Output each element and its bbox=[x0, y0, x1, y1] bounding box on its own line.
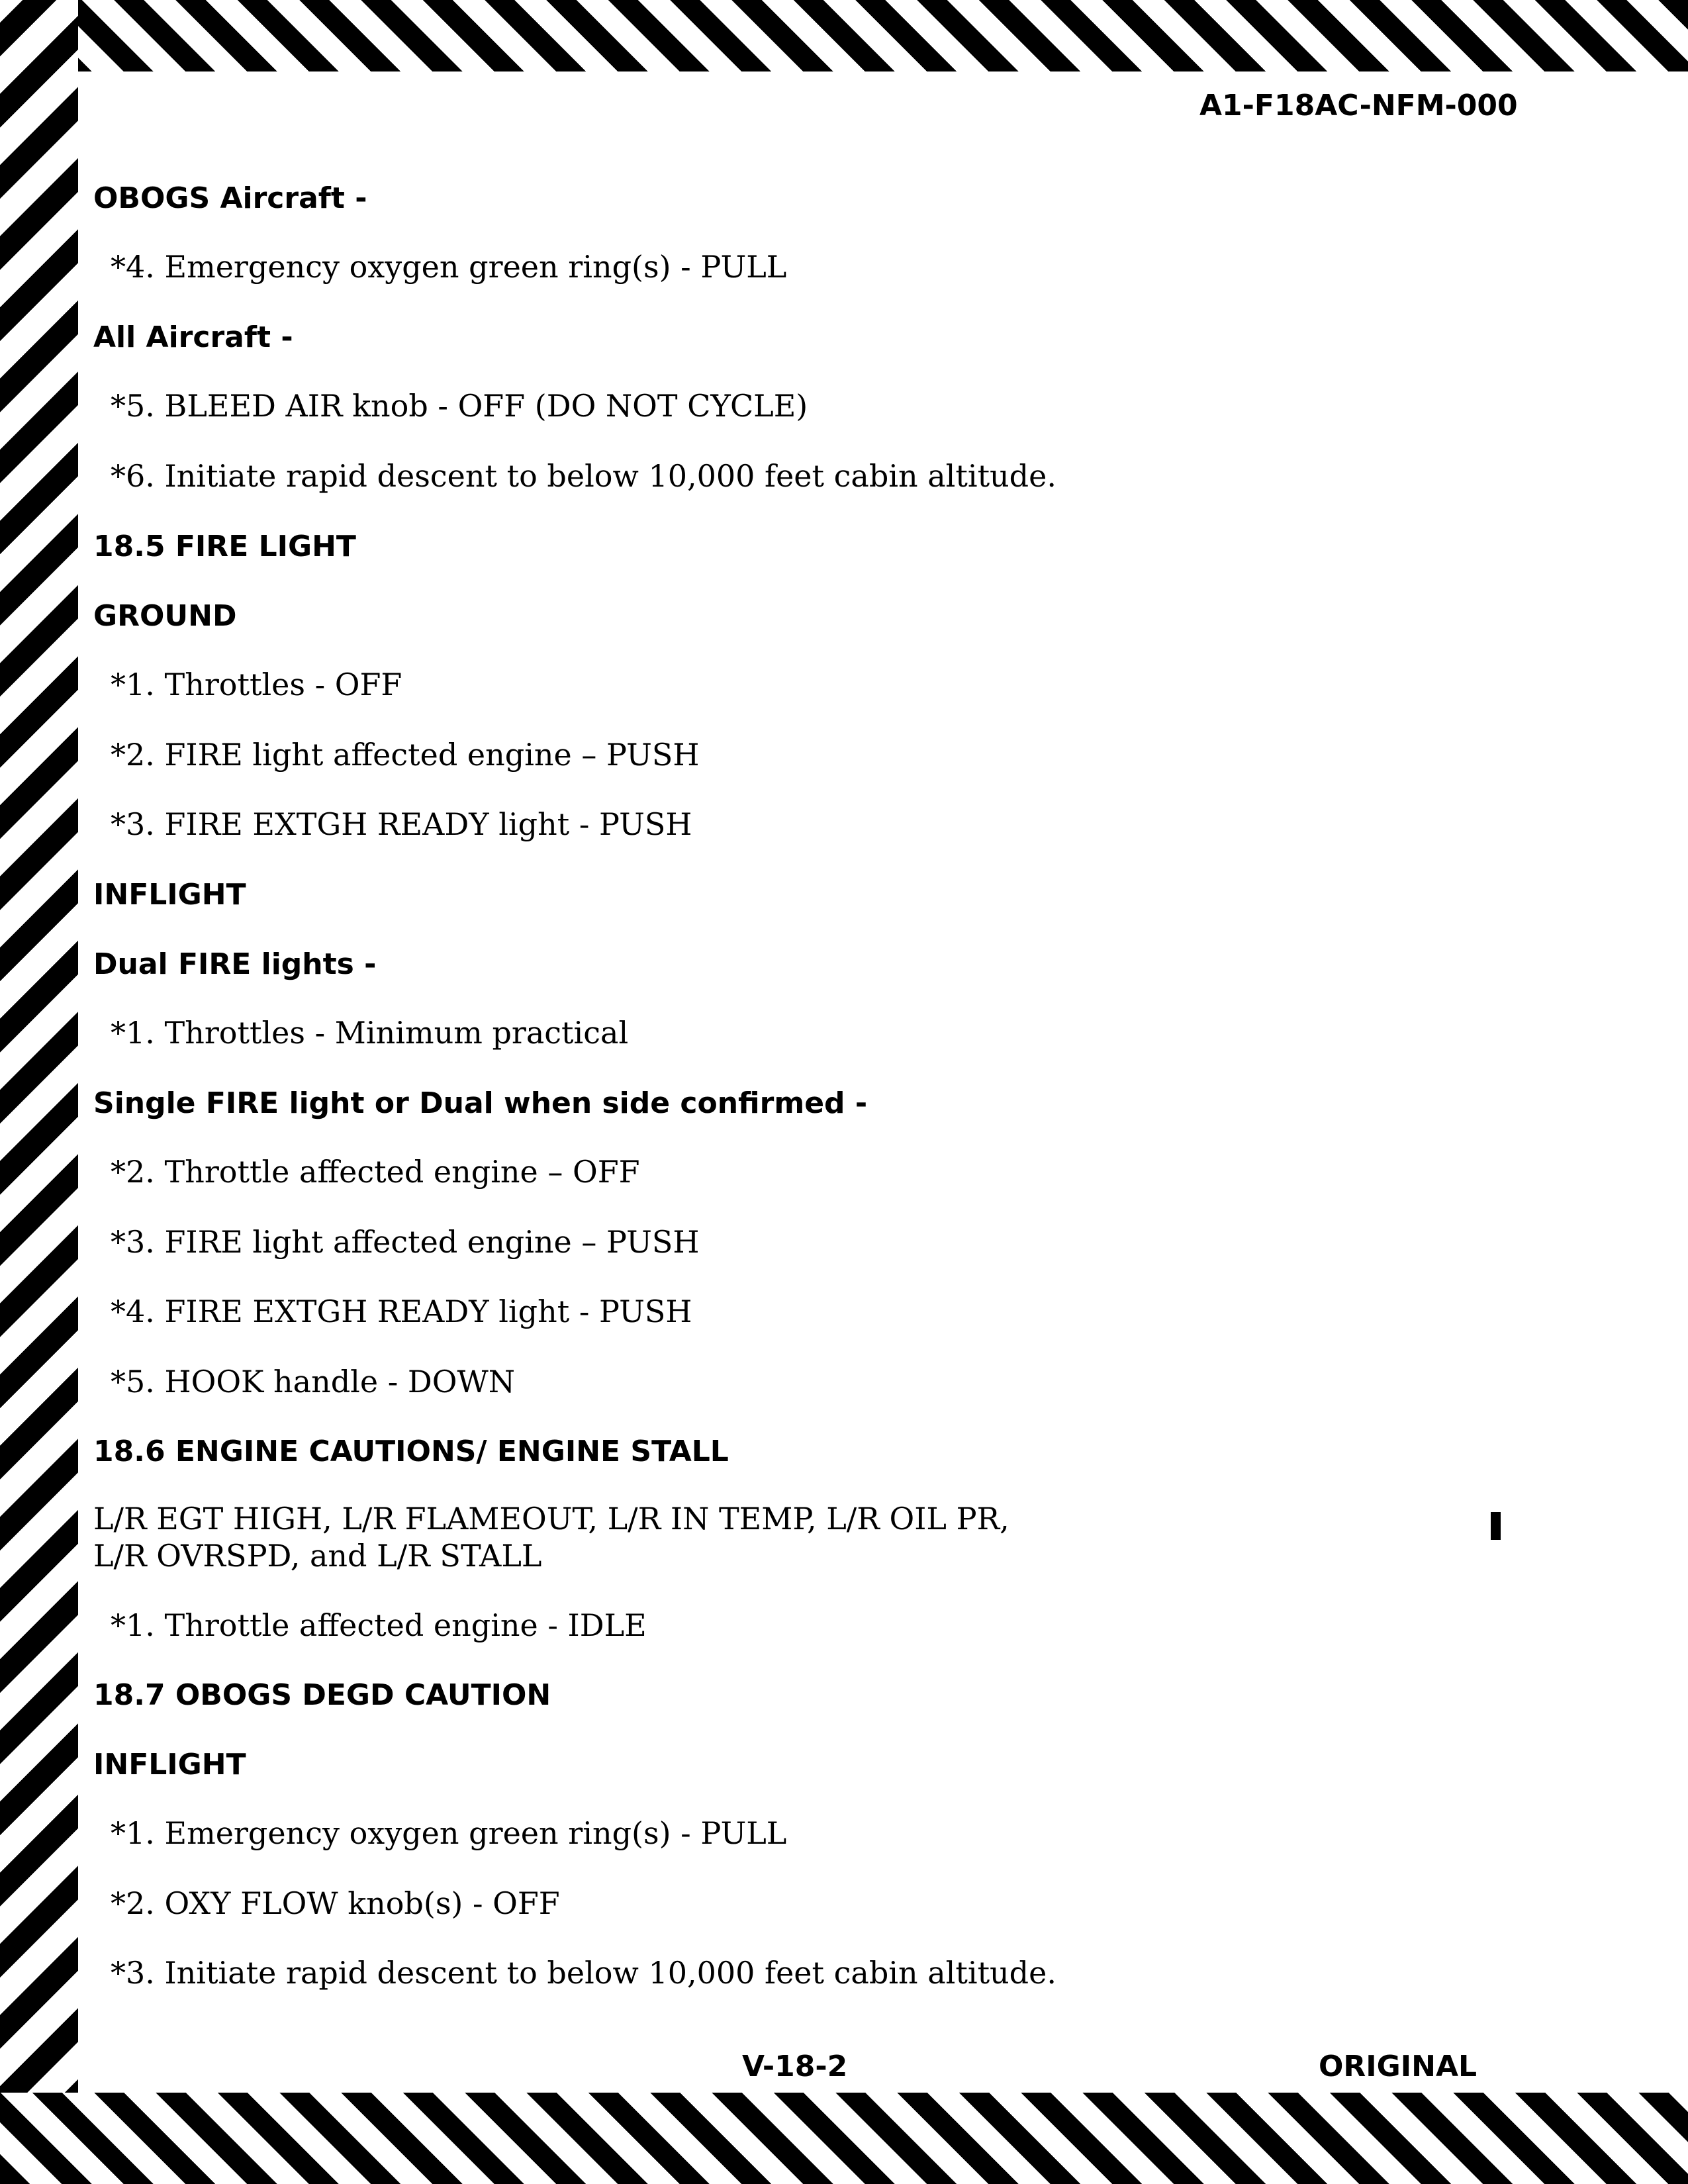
document-id: A1-F18AC-NFM-000 bbox=[1199, 89, 1518, 122]
paragraph-line: L/R OVRSPD, and L/R STALL bbox=[93, 1538, 542, 1574]
step-item: *1. Emergency oxygen green ring(s) - PUL… bbox=[111, 1815, 787, 1851]
step-item: *4. FIRE EXTGH READY light - PUSH bbox=[111, 1294, 692, 1329]
subheading-single-fire-light: Single FIRE light or Dual when side conf… bbox=[93, 1086, 868, 1120]
step-item: *3. FIRE EXTGH READY light - PUSH bbox=[111, 806, 692, 842]
step-item: *2. FIRE light affected engine – PUSH bbox=[111, 737, 700, 773]
hazard-stripe-bottom bbox=[0, 2093, 1688, 2184]
subheading-inflight: INFLIGHT bbox=[93, 1748, 246, 1781]
step-item: *1. Throttle affected engine - IDLE bbox=[111, 1607, 647, 1643]
step-item: *5. HOOK handle - DOWN bbox=[111, 1364, 516, 1400]
revision-status: ORIGINAL bbox=[1319, 2050, 1477, 2083]
step-item: *2. OXY FLOW knob(s) - OFF bbox=[111, 1885, 560, 1921]
step-item: *4. Emergency oxygen green ring(s) - PUL… bbox=[111, 249, 787, 285]
section-heading-obogs-degd: 18.7 OBOGS DEGD CAUTION bbox=[93, 1678, 551, 1712]
subheading-all-aircraft: All Aircraft - bbox=[93, 320, 293, 354]
manual-page: A1-F18AC-NFM-000 OBOGS Aircraft - *4. Em… bbox=[0, 0, 1688, 2184]
page-content-area bbox=[78, 71, 1688, 2093]
subheading-obogs-aircraft: OBOGS Aircraft - bbox=[93, 181, 367, 215]
step-item: *1. Throttles - OFF bbox=[111, 667, 402, 702]
step-item: *2. Throttle affected engine – OFF bbox=[111, 1154, 640, 1190]
hazard-stripe-left bbox=[0, 0, 78, 2184]
step-item: *6. Initiate rapid descent to below 10,0… bbox=[111, 458, 1056, 494]
caution-list-paragraph: L/R EGT HIGH, L/R FLAMEOUT, L/R IN TEMP,… bbox=[93, 1500, 1009, 1574]
step-item: *3. FIRE light affected engine – PUSH bbox=[111, 1224, 700, 1260]
section-heading-engine-cautions: 18.6 ENGINE CAUTIONS/ ENGINE STALL bbox=[93, 1435, 729, 1468]
subheading-ground: GROUND bbox=[93, 599, 237, 633]
change-bar bbox=[1491, 1512, 1501, 1540]
step-item: *5. BLEED AIR knob - OFF (DO NOT CYCLE) bbox=[111, 388, 808, 424]
page-number: V-18-2 bbox=[742, 2050, 848, 2083]
step-item: *1. Throttles - Minimum practical bbox=[111, 1015, 629, 1051]
paragraph-line: L/R EGT HIGH, L/R FLAMEOUT, L/R IN TEMP,… bbox=[93, 1501, 1009, 1537]
subheading-inflight: INFLIGHT bbox=[93, 878, 246, 912]
step-item: *3. Initiate rapid descent to below 10,0… bbox=[111, 1955, 1056, 1991]
subheading-dual-fire-lights: Dual FIRE lights - bbox=[93, 947, 377, 981]
hazard-stripe-top bbox=[0, 0, 1688, 71]
section-heading-fire-light: 18.5 FIRE LIGHT bbox=[93, 530, 356, 563]
